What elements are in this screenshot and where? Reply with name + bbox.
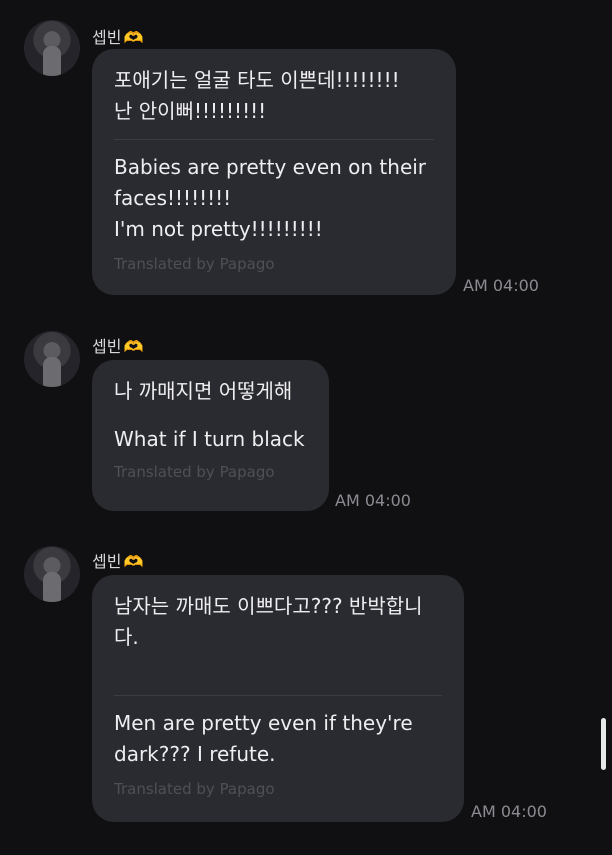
original-text: 포애기는 얼굴 타도 이쁜데!!!!!!!! 난 안이뻐!!!!!!!!! [114, 68, 400, 123]
avatar[interactable] [24, 20, 80, 76]
timestamp: AM 04:00 [463, 276, 539, 295]
translated-text: Men are pretty even if they're dark??? I… [114, 711, 413, 766]
avatar[interactable] [24, 546, 80, 602]
translation-credit: Translated by Papago [114, 463, 275, 481]
divider [114, 695, 442, 696]
avatar[interactable] [24, 331, 80, 387]
sender-name: 셉빈 🫶 [92, 28, 144, 47]
sender-name: 셉빈 🫶 [92, 552, 144, 571]
divider [114, 139, 434, 140]
timestamp: AM 04:00 [471, 802, 547, 821]
original-text: 나 까매지면 어떻게해 [114, 379, 293, 403]
original-text: 남자는 까매도 이쁘다고??? 반박합니 다. [114, 594, 423, 649]
translation-credit: Translated by Papago [114, 255, 275, 273]
translated-text: Babies are pretty even on their faces!!!… [114, 155, 427, 241]
message-bubble[interactable]: 나 까매지면 어떻게해 What if I turn black Transla… [92, 360, 329, 511]
heart-hands-icon: 🫶 [123, 552, 144, 571]
translation-credit: Translated by Papago [114, 780, 275, 798]
translated-text: What if I turn black [114, 427, 305, 451]
divider [114, 413, 307, 414]
sender-name: 셉빈 🫶 [92, 337, 144, 356]
heart-hands-icon: 🫶 [123, 28, 144, 47]
heart-hands-icon: 🫶 [123, 337, 144, 356]
message-bubble[interactable]: 포애기는 얼굴 타도 이쁜데!!!!!!!! 난 안이뻐!!!!!!!!! Ba… [92, 49, 456, 295]
message-bubble[interactable]: 남자는 까매도 이쁘다고??? 반박합니 다. Men are pretty e… [92, 575, 464, 822]
timestamp: AM 04:00 [335, 491, 411, 510]
scrollbar[interactable] [601, 718, 606, 770]
